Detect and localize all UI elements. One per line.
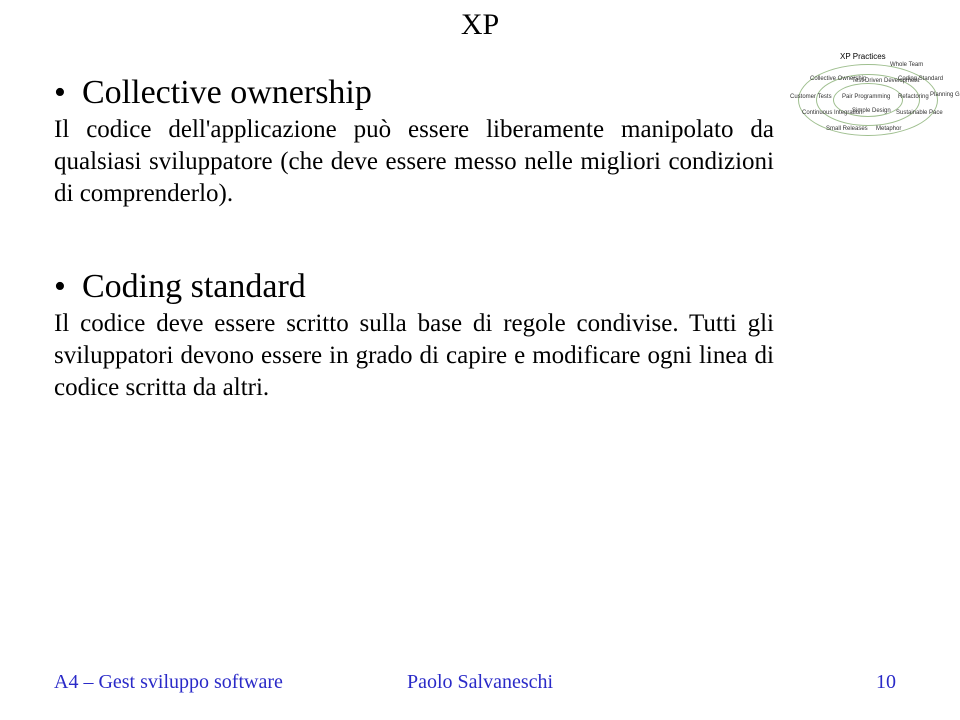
diagram-label-small-releases: Small Releases <box>826 126 868 132</box>
bullet-item-1: •Collective ownership Il codice dell'app… <box>54 74 774 210</box>
content-area: •Collective ownership Il codice dell'app… <box>54 74 774 462</box>
diagram-label-metaphor: Metaphor <box>876 126 901 132</box>
diagram-label-coding-standard: Coding Standard <box>898 76 943 82</box>
diagram-label-simple-design: Simple Design <box>852 108 891 114</box>
bullet-heading-text: Collective ownership <box>82 74 372 111</box>
diagram-label-sustainable-pace: Sustainable Pace <box>896 110 943 116</box>
bullet-description: Il codice dell'applicazione può essere l… <box>54 114 774 210</box>
bullet-dot: • <box>54 74 82 112</box>
footer-center: Paolo Salvaneschi <box>0 671 960 694</box>
slide: XP •Collective ownership Il codice dell'… <box>0 0 960 720</box>
diagram-label-whole-team: Whole Team <box>890 62 923 68</box>
diagram-label-pair-programming: Pair Programming <box>842 94 890 100</box>
diagram-label-refactoring: Refactoring <box>898 94 929 100</box>
diagram-title: XP Practices <box>840 52 886 61</box>
bullet-item-2: •Coding standard Il codice deve essere s… <box>54 268 774 404</box>
bullet-heading: •Collective ownership <box>54 74 774 112</box>
diagram-label-customer-tests: Customer Tests <box>790 94 832 100</box>
bullet-heading-text: Coding standard <box>82 268 306 305</box>
bullet-heading: •Coding standard <box>54 268 774 306</box>
diagram-label-planning-game: Planning Game <box>930 92 960 98</box>
bullet-description: Il codice deve essere scritto sulla base… <box>54 308 774 404</box>
xp-practices-diagram: XP Practices Whole Team Collective Owner… <box>790 52 950 144</box>
bullet-dot: • <box>54 268 82 306</box>
slide-title: XP <box>0 8 960 42</box>
footer-page-number: 10 <box>876 671 896 694</box>
